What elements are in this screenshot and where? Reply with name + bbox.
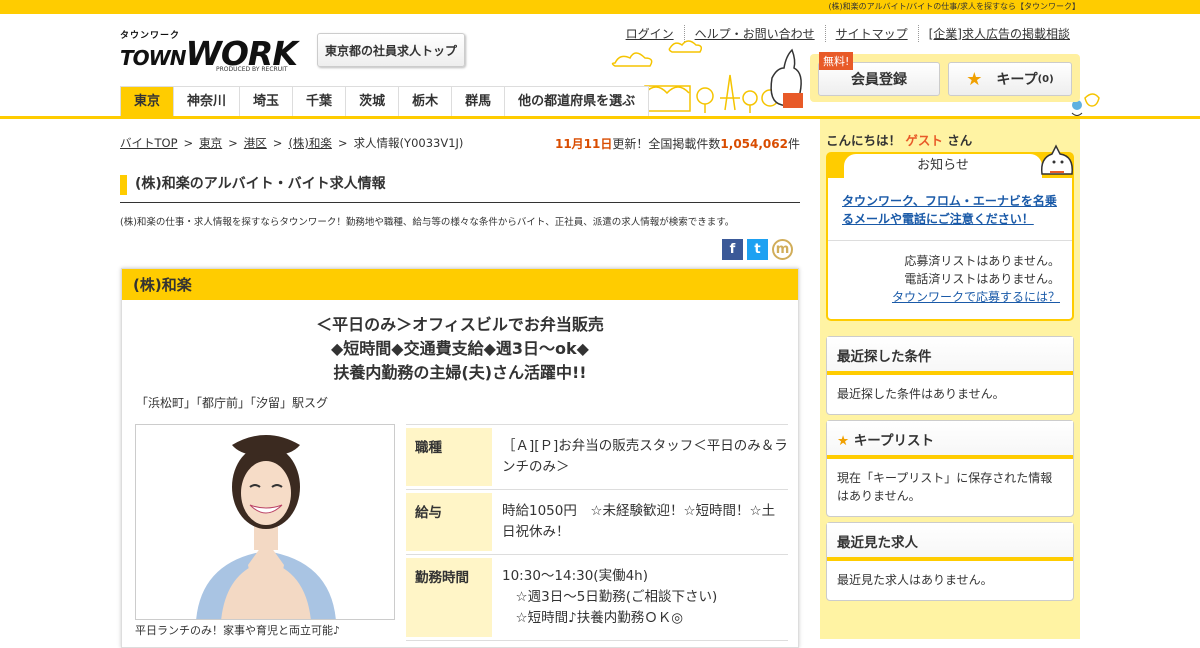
breadcrumb-company[interactable]: (株)和楽: [288, 136, 331, 150]
breadcrumb-current: 求人情報(Y0033V1J): [353, 136, 464, 150]
keep-list-title: キープリスト: [853, 433, 935, 449]
tokyo-top-button[interactable]: 東京都の社員求人トップ: [317, 33, 465, 67]
job-catchcopy: ＜平日のみ＞オフィスビルでお弁当販売 ◆短時間◆交通費支給◆週3日～ok◆ 扶養…: [122, 313, 798, 385]
star-icon: ★: [837, 433, 850, 449]
tagline: (株)和楽のアルバイト/バイトの仕事/求人を探すなら【タウンワーク】: [828, 2, 1080, 11]
twitter-icon[interactable]: t: [747, 239, 768, 260]
info-value: ［Ａ][Ｐ]お弁当の販売スタッフ＜平日のみ＆ランチのみ＞: [502, 438, 788, 475]
greeting-name: ゲスト: [905, 133, 943, 148]
keep-button[interactable]: ★ キープ (0): [948, 62, 1072, 96]
mixi-icon[interactable]: m: [772, 239, 793, 260]
recent-jobs-box: 最近見た求人 最近見た求人はありません。: [826, 522, 1074, 601]
greeting-prefix: こんにちは！: [826, 133, 902, 148]
breadcrumb-separator: >: [228, 136, 238, 150]
keep-count: (0): [1037, 73, 1054, 85]
nav-tab-gunma[interactable]: 群馬: [451, 87, 504, 116]
nav-tab-ibaraki[interactable]: 茨城: [345, 87, 398, 116]
catch-line: ◆短時間◆交通費支給◆週3日～ok◆: [331, 339, 589, 358]
breadcrumb-separator: >: [183, 136, 194, 150]
nav-tab-tochigi[interactable]: 栃木: [398, 87, 451, 116]
info-key: 職種: [406, 428, 492, 486]
applied-status: 応募済リストはありません。: [904, 254, 1060, 268]
townwork-logo[interactable]: タウンワーク TOWNWORK PRODUCED BY RECRUIT: [120, 28, 298, 74]
recent-jobs-title: 最近見た求人: [827, 523, 1073, 561]
info-value: 10:30～14:30(実働4h) ☆週3日～5日勤務(ご相談下さい) ☆短時間…: [502, 568, 718, 626]
nav-tab-tokyo[interactable]: 東京: [121, 87, 174, 116]
free-badge: 無料!: [819, 52, 854, 70]
recent-conditions-body: 最近探した条件はありません。: [837, 387, 1005, 401]
keep-list-header: ★ キープリスト: [827, 421, 1073, 459]
keep-list-body: 現在「キープリスト」に保存された情報はありません。: [837, 471, 1053, 503]
logo-produced-by: PRODUCED BY RECRUIT: [216, 66, 288, 73]
photo-caption: 平日ランチのみ！家事や育児と両立可能♪: [135, 624, 341, 637]
woman-photo: [136, 425, 394, 619]
info-key: 給与: [406, 493, 492, 551]
job-photo: [135, 424, 395, 620]
breadcrumb: バイトTOP > 東京 > 港区 > (株)和楽 > 求人情報(Y0033V1J): [120, 135, 463, 151]
nav-tab-other[interactable]: 他の都道府県を選ぶ: [504, 87, 648, 116]
catch-line: 扶養内勤務の主婦(夫)さん活躍中!!: [333, 363, 587, 382]
dog-mascot-icon: [1040, 144, 1073, 175]
logo-town: TOWN: [120, 46, 186, 70]
table-row: 給与 時給1050円 ☆未経験歓迎！☆短時間！☆土日祝休み！: [406, 490, 788, 555]
breadcrumb-separator: >: [272, 136, 283, 150]
breadcrumb-minato[interactable]: 港区: [244, 136, 267, 150]
page-title: (株)和楽のアルバイト・バイト求人情報: [120, 173, 800, 203]
notice-link[interactable]: タウンワーク、フロム・エーナビを名乗るメールや電話にご注意ください！: [828, 178, 1072, 241]
keep-list-box: ★ キープリスト 現在「キープリスト」に保存された情報はありません。: [826, 420, 1074, 517]
breadcrumb-separator: >: [337, 136, 348, 150]
info-value: 時給1050円 ☆未経験歓迎！☆短時間！☆土日祝休み！: [502, 503, 776, 540]
listing-count: 1,054,062: [720, 137, 788, 151]
table-row: 勤務時間 10:30～14:30(実働4h) ☆週3日～5日勤務(ご相談下さい) …: [406, 555, 788, 641]
keep-label: キープ: [996, 72, 1038, 88]
breadcrumb-baito-top[interactable]: バイトTOP: [120, 136, 178, 150]
social-share: f t m: [722, 239, 793, 260]
nav-tab-kanagawa[interactable]: 神奈川: [173, 87, 239, 116]
station-info: 「浜松町」「都庁前」「汐留」駅スグ: [136, 396, 329, 410]
page-description: (株)和楽の仕事・求人情報を探すならタウンワーク！勤務地や職種、給与等の様々な条…: [120, 217, 735, 228]
recent-conditions-title: 最近探した条件: [827, 337, 1073, 375]
greeting: こんにちは！ ゲスト さん: [826, 130, 972, 149]
catch-line: ＜平日のみ＞オフィスビルでお弁当販売: [316, 315, 604, 334]
job-info-table: 職種 ［Ａ][Ｐ]お弁当の販売スタッフ＜平日のみ＆ランチのみ＞ 給与 時給1050円…: [406, 424, 788, 641]
application-status: 応募済リストはありません。 電話済リストはありません。 タウンワークで応募するに…: [828, 241, 1072, 306]
top-strip: (株)和楽のアルバイト/バイトの仕事/求人を探すなら【タウンワーク】: [0, 0, 1200, 14]
company-name[interactable]: (株)和楽: [122, 269, 798, 300]
job-card: (株)和楽 ＜平日のみ＞オフィスビルでお弁当販売 ◆短時間◆交通費支給◆週3日～…: [121, 268, 799, 648]
update-text: 更新！全国掲載件数: [612, 137, 721, 151]
notice-title: お知らせ: [844, 154, 1042, 178]
table-row: 職種 ［Ａ][Ｐ]お弁当の販売スタッフ＜平日のみ＆ランチのみ＞: [406, 425, 788, 490]
update-date: 11月11日: [554, 137, 613, 151]
info-key: 勤務時間: [406, 558, 492, 637]
recent-conditions-box: 最近探した条件 最近探した条件はありません。: [826, 336, 1074, 415]
update-info: 11月11日更新！全国掲載件数1,054,062件: [555, 135, 800, 152]
how-to-apply-link[interactable]: タウンワークで応募するには？: [892, 290, 1060, 304]
star-icon: ★: [966, 68, 983, 90]
listing-unit: 件: [787, 137, 800, 151]
prefecture-nav: 東京 神奈川 埼玉 千葉 茨城 栃木 群馬 他の都道府県を選ぶ: [120, 86, 650, 116]
facebook-icon[interactable]: f: [722, 239, 743, 260]
called-status: 電話済リストはありません。: [904, 272, 1060, 286]
nav-tab-chiba[interactable]: 千葉: [292, 87, 345, 116]
nav-tab-saitama[interactable]: 埼玉: [239, 87, 292, 116]
breadcrumb-tokyo[interactable]: 東京: [199, 136, 222, 150]
greeting-suffix: さん: [947, 133, 973, 148]
recent-jobs-body: 最近見た求人はありません。: [837, 573, 993, 587]
